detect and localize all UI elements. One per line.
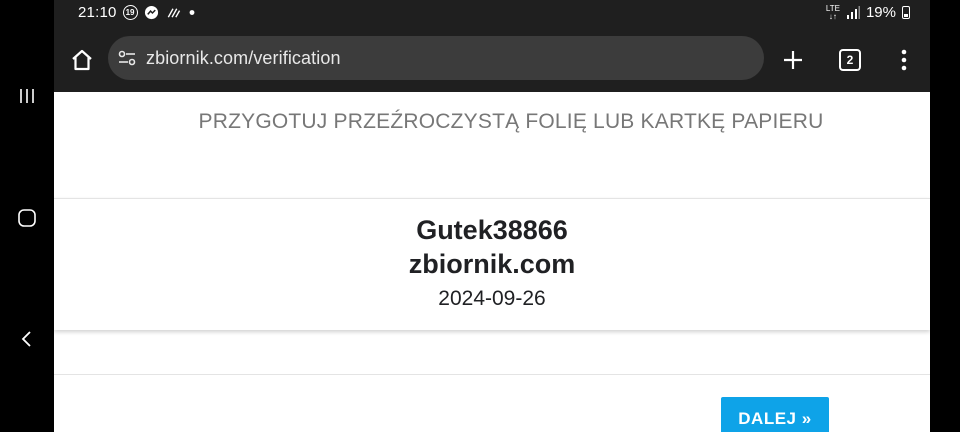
card-username: Gutek38866 (416, 215, 568, 245)
back-icon (21, 331, 31, 347)
status-right: LTE ↓↑ 19% (826, 4, 910, 21)
web-content: PRZYGOTUJ PRZEŹROCZYSTĄ FOLIĘ LUB KARTKĘ… (54, 92, 930, 432)
status-left: 21:10 19 (78, 4, 197, 21)
status-bar: 21:10 19 LTE ↓↑ 19% (54, 0, 930, 28)
lte-label: LTE (825, 3, 840, 13)
messenger-icon (144, 5, 158, 20)
plus-icon[interactable] (780, 47, 806, 73)
phone-frame-edge (930, 0, 960, 432)
card-date: 2024-09-26 (438, 287, 546, 310)
card-site: zbiornik.com (408, 249, 576, 279)
verification-card: Gutek38866 zbiornik.com 2024-09-26 (54, 198, 930, 330)
system-home-button[interactable] (0, 198, 54, 238)
recents-icon (20, 89, 34, 103)
address-bar[interactable]: zbiornik.com/verification (108, 36, 764, 80)
battery-percent: 19% (865, 4, 896, 21)
next-button[interactable]: DALEJ » (721, 397, 829, 432)
tabs-icon[interactable]: 2 (839, 49, 861, 71)
status-time: 21:10 (78, 4, 117, 21)
system-back-button[interactable] (0, 319, 54, 359)
recents-button[interactable] (0, 76, 54, 116)
home-icon[interactable] (68, 46, 96, 74)
system-navigation-bar (0, 0, 54, 432)
badge-19-icon: 19 (122, 5, 138, 20)
instruction-text: PRZYGOTUJ PRZEŹROCZYSTĄ FOLIĘ LUB KARTKĘ… (198, 110, 824, 133)
tune-icon[interactable] (116, 47, 138, 69)
url-text[interactable]: zbiornik.com/verification (146, 48, 341, 69)
lte-icon: LTE ↓↑ (825, 3, 840, 21)
wifi-calling-icon (167, 8, 180, 18)
home-circle-icon (18, 209, 36, 227)
dot-icon (189, 10, 194, 15)
more-vert-icon[interactable] (894, 47, 914, 73)
battery-icon (902, 6, 910, 19)
browser-toolbar: zbiornik.com/verification 2 (54, 28, 930, 92)
device-screen: 21:10 19 LTE ↓↑ 19% zbiornik.com/verific… (0, 0, 960, 432)
signal-icon (846, 6, 860, 19)
section-divider (54, 374, 930, 375)
page-instruction: PRZYGOTUJ PRZEŹROCZYSTĄ FOLIĘ LUB KARTKĘ… (54, 110, 930, 134)
